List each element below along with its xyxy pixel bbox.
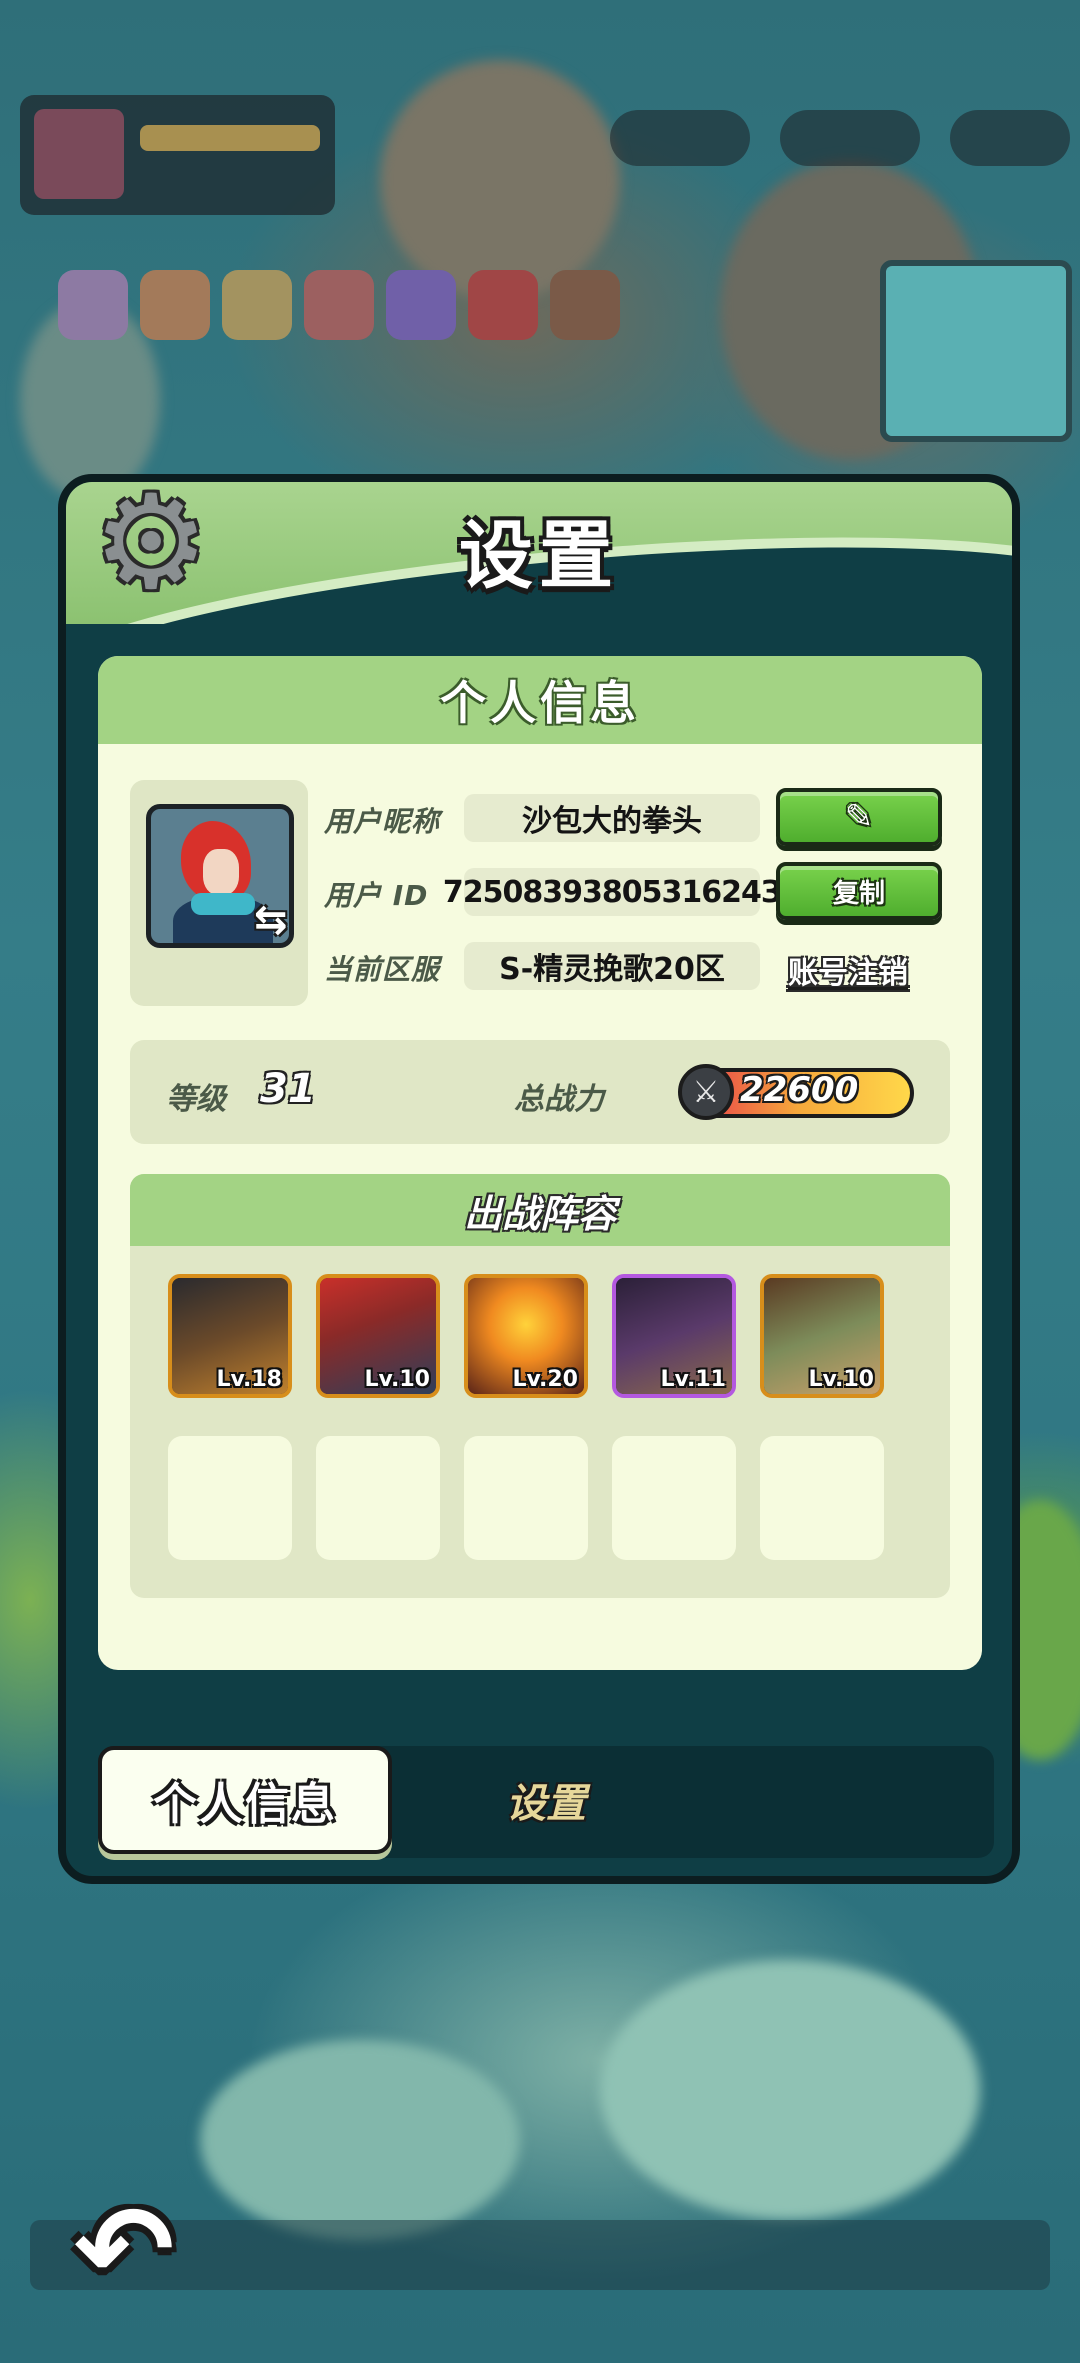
bg-cloud xyxy=(200,2040,520,2240)
card-title: 个人信息 xyxy=(98,656,982,744)
hero-slot-1[interactable]: Lv.18 xyxy=(168,1274,292,1398)
crossed-swords-icon: ⚔ xyxy=(678,1064,734,1120)
hero-level: Lv.18 xyxy=(216,1367,282,1392)
deregister-account-link[interactable]: 账号注销 xyxy=(788,948,908,992)
hud-bar xyxy=(140,125,320,151)
modal-tabbar: 个人信息 设置 xyxy=(98,1746,994,1858)
hero-slot-5[interactable]: Lv.10 xyxy=(760,1274,884,1398)
modal-title: 设置 xyxy=(459,513,619,599)
hud-icon xyxy=(222,270,292,340)
bg-cloud xyxy=(600,1960,980,2220)
avatar-face xyxy=(203,849,239,895)
player-hud xyxy=(20,95,335,215)
hud-resource xyxy=(610,110,750,166)
hud-icon xyxy=(58,270,128,340)
copy-id-button[interactable]: 复制 xyxy=(776,862,942,920)
hero-slot-2[interactable]: Lv.10 xyxy=(316,1274,440,1398)
level-label: 等级 xyxy=(166,1082,226,1117)
hud-avatar xyxy=(34,109,124,199)
power-label: 总战力 xyxy=(514,1082,604,1117)
level-value: 31 xyxy=(260,1066,316,1112)
battle-lineup: 出战阵容 Lv.18 Lv.10 Lv.20 Lv.11 Lv.10 xyxy=(130,1174,950,1598)
empty-slot[interactable] xyxy=(760,1436,884,1560)
hud-icon xyxy=(304,270,374,340)
hud-resource xyxy=(950,110,1070,166)
hud-icon xyxy=(468,270,538,340)
user-id-value: 7250839380531624З xyxy=(443,868,782,916)
nickname-value: 沙包大的拳头 xyxy=(464,794,760,842)
empty-slot[interactable] xyxy=(316,1436,440,1560)
empty-slot[interactable] xyxy=(612,1436,736,1560)
hero-level: Lv.11 xyxy=(660,1367,726,1392)
hero-level: Lv.20 xyxy=(512,1367,578,1392)
bg-rock xyxy=(380,60,620,300)
avatar-scarf xyxy=(191,893,255,915)
edit-nickname-button[interactable]: ✎ xyxy=(776,788,942,846)
user-id-label: 用户 ID xyxy=(324,879,429,912)
server-value: S-精灵挽歌20区 xyxy=(464,942,760,990)
hero-level: Lv.10 xyxy=(364,1367,430,1392)
profile-card: 个人信息 ⇆ 用户昵称 沙包大的拳头 ✎ 用户 ID 7250839380531… xyxy=(98,656,982,1670)
hud-icon xyxy=(140,270,210,340)
avatar-panel[interactable]: ⇆ xyxy=(130,780,308,1006)
hud-resource xyxy=(780,110,920,166)
swap-icon[interactable]: ⇆ xyxy=(254,900,300,940)
stats-row: 等级 31 总战力 ⚔ 22600 xyxy=(130,1040,950,1144)
power-badge: ⚔ 22600 xyxy=(678,1064,914,1122)
settings-modal: ⚙ 设置 个人信息 ⇆ 用户昵称 沙包大的拳头 ✎ 用户 ID 72508393… xyxy=(58,474,1020,1884)
hud-icon xyxy=(386,270,456,340)
nickname-label: 用户昵称 xyxy=(324,805,441,838)
pencil-icon: ✎ xyxy=(844,797,874,837)
tab-profile-info[interactable]: 个人信息 xyxy=(98,1746,392,1854)
hero-slot-4[interactable]: Lv.11 xyxy=(612,1274,736,1398)
back-arrow-icon[interactable]: ↶ xyxy=(54,2191,194,2311)
hud-icon xyxy=(550,270,620,340)
power-value: 22600 xyxy=(740,1070,859,1110)
lineup-title: 出战阵容 xyxy=(130,1174,950,1246)
empty-slot[interactable] xyxy=(464,1436,588,1560)
hero-level: Lv.10 xyxy=(808,1367,874,1392)
minimap xyxy=(880,260,1072,442)
empty-slot[interactable] xyxy=(168,1436,292,1560)
server-label: 当前区服 xyxy=(324,953,441,986)
hero-slot-3[interactable]: Lv.20 xyxy=(464,1274,588,1398)
tab-settings[interactable]: 设置 xyxy=(398,1746,694,1854)
